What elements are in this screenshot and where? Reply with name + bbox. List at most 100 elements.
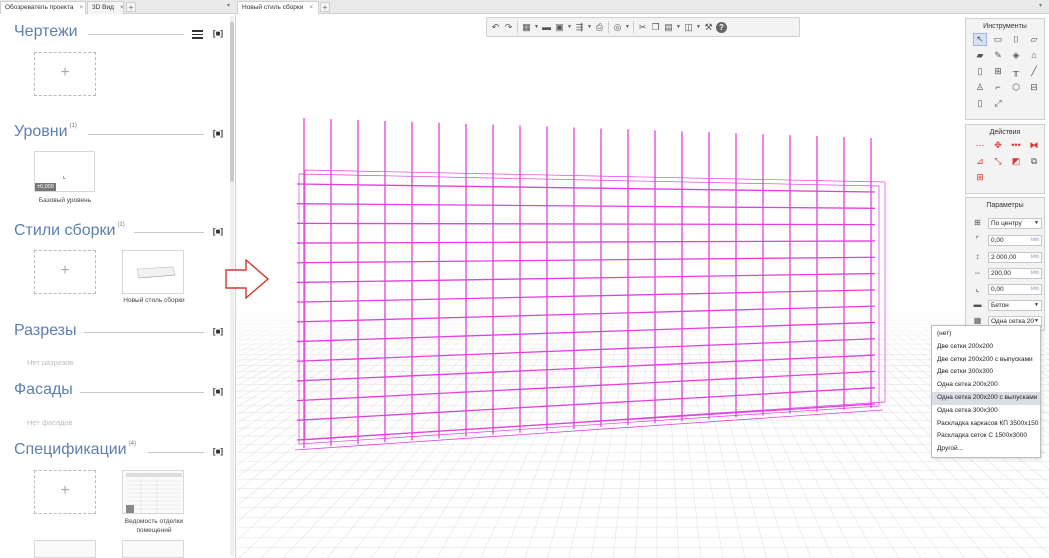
line-icon[interactable]: ╱ xyxy=(1027,65,1041,78)
railing-icon[interactable]: ╥ xyxy=(1009,65,1023,78)
material-select[interactable]: Бетон ▼ xyxy=(988,299,1042,311)
section-title-sections[interactable]: Разрезы xyxy=(14,322,76,340)
dropdown-option[interactable]: Одна сетка 300х300 xyxy=(932,405,1040,418)
specification-thumbnail[interactable] xyxy=(122,470,184,514)
trim-icon[interactable]: ◩ xyxy=(1009,155,1023,168)
section-label: Уровни xyxy=(14,123,68,140)
section-title-levels[interactable]: Уровни (1) xyxy=(14,123,77,141)
section-title-drawings[interactable]: Чертежи xyxy=(14,23,78,41)
assembly-style-thumbnail[interactable] xyxy=(122,250,184,294)
stretch-icon[interactable]: ⊿ xyxy=(973,155,987,168)
section-label: Чертежи xyxy=(14,23,78,40)
close-icon[interactable]: × xyxy=(309,4,313,11)
open-folder-icon[interactable]: ▬ xyxy=(541,21,552,33)
mirror-icon[interactable]: ⧓ xyxy=(1027,139,1041,152)
base-offset-field[interactable]: 0,00 мм xyxy=(988,283,1042,295)
tab-new-assembly-style[interactable]: Новый стиль сборки × xyxy=(237,1,319,14)
alignment-select[interactable]: По центру ▼ xyxy=(988,217,1042,229)
explode-icon[interactable]: ⊞ xyxy=(973,171,987,184)
chevron-down-icon[interactable]: ▾ xyxy=(227,2,230,9)
wall-icon[interactable]: ▰ xyxy=(973,49,987,62)
add-tab-button[interactable]: + xyxy=(320,2,330,12)
section-menu-button[interactable]: [■] xyxy=(212,387,224,397)
column-icon[interactable]: ⊟ xyxy=(1027,81,1041,94)
offset-icon[interactable]: ⧉ xyxy=(1027,155,1041,168)
render-icon[interactable]: ◎ xyxy=(612,21,623,33)
person-icon[interactable]: ♙ xyxy=(973,81,987,94)
select-icon[interactable]: ↖ xyxy=(973,33,987,46)
print-icon[interactable]: ⎙ xyxy=(594,21,605,33)
specification-thumbnail[interactable] xyxy=(34,540,96,558)
export-icon[interactable]: ⇶ xyxy=(574,21,585,33)
add-tab-button[interactable]: + xyxy=(126,2,136,12)
section-menu-button[interactable]: [■] xyxy=(212,129,224,139)
help-icon[interactable]: ? xyxy=(716,21,727,33)
rectangle-icon[interactable]: ▭ xyxy=(991,33,1005,46)
dropdown-option[interactable]: Другой... xyxy=(932,443,1040,456)
section-menu-button[interactable]: [■] xyxy=(212,327,224,337)
section-title-specifications[interactable]: Спецификации (4) xyxy=(14,441,136,459)
shield-icon[interactable]: ⬡ xyxy=(1009,81,1023,94)
thickness-field[interactable]: 200,00 мм xyxy=(988,267,1042,279)
chevron-down-icon[interactable]: ▼ xyxy=(676,21,681,33)
wrench-icon[interactable]: ⚒ xyxy=(703,21,714,33)
chevron-down-icon[interactable]: ▼ xyxy=(587,21,592,33)
3d-viewport[interactable] xyxy=(237,14,1049,558)
view-cube-icon[interactable]: ◫ xyxy=(683,21,694,33)
scrollbar-thumb[interactable] xyxy=(230,22,234,182)
chevron-down-icon[interactable]: ▼ xyxy=(696,21,701,33)
roof-icon[interactable]: ⌂ xyxy=(1027,49,1041,62)
paste-icon[interactable]: ▤ xyxy=(663,21,674,33)
door-icon[interactable]: ▯ xyxy=(973,65,987,78)
dropdown-option[interactable]: Две сетки 300х300 xyxy=(932,366,1040,379)
dropdown-option[interactable]: Раскладка сеток С 1500х3000 xyxy=(932,430,1040,443)
cut-icon[interactable]: ✂ xyxy=(637,21,648,33)
window-icon[interactable]: ⊞ xyxy=(991,65,1005,78)
dropdown-option[interactable]: Две сетки 200х200 с выпусками xyxy=(932,354,1040,367)
beam-icon[interactable]: ◈ xyxy=(1009,49,1023,62)
grid-line xyxy=(296,183,876,193)
section-menu-button[interactable]: [■] xyxy=(212,447,224,457)
bracket-icon[interactable]: ⌷ xyxy=(1009,33,1023,46)
column-tag-icon[interactable]: ▯ xyxy=(973,97,987,110)
close-icon[interactable]: × xyxy=(79,4,83,11)
pencil-icon[interactable]: ✎ xyxy=(991,49,1005,62)
undo-icon[interactable]: ↶ xyxy=(490,21,501,33)
section-menu-button[interactable]: [■] xyxy=(212,29,224,39)
section-title-assembly-styles[interactable]: Стили сборки (1) xyxy=(14,222,125,240)
dimension-icon[interactable]: ⤢ xyxy=(991,97,1005,110)
copy-icon[interactable]: ❐ xyxy=(650,21,661,33)
height-field[interactable]: 2 000,00 мм xyxy=(988,251,1042,263)
chevron-down-icon[interactable]: ▼ xyxy=(534,21,539,33)
add-specification-button[interactable]: + xyxy=(34,470,96,514)
rotate-icon[interactable]: ✥ xyxy=(991,139,1005,152)
dropdown-option[interactable]: Одна сетка 200х200 xyxy=(932,379,1040,392)
scale-icon[interactable]: ⤡ xyxy=(991,155,1005,168)
specification-thumbnail[interactable] xyxy=(122,540,184,558)
slab-icon[interactable]: ▱ xyxy=(1027,33,1041,46)
alignment-value: По центру xyxy=(991,219,1022,227)
close-icon[interactable]: × xyxy=(120,4,124,11)
pipe-icon[interactable]: ⌐ xyxy=(991,81,1005,94)
chevron-down-icon[interactable]: ▾ xyxy=(1039,2,1042,9)
chevron-down-icon[interactable]: ▼ xyxy=(567,21,572,33)
tab-project-browser[interactable]: Обозреватель проекта × xyxy=(0,1,86,14)
dropdown-option[interactable]: Две сетки 200х200 xyxy=(932,341,1040,354)
tab-3d-view[interactable]: 3D Вид × xyxy=(87,1,124,14)
add-assembly-style-button[interactable]: + xyxy=(34,250,96,294)
dropdown-option[interactable]: Раскладка каркасов КП 3500х150 xyxy=(932,418,1040,431)
array-icon[interactable]: ••• xyxy=(1009,139,1023,152)
dropdown-option[interactable]: (нет) xyxy=(932,328,1040,341)
new-icon[interactable]: ▦ xyxy=(521,21,532,33)
dropdown-option-highlighted[interactable]: Одна сетка 200х200 с выпусками xyxy=(932,391,1040,405)
move-icon[interactable]: ⋯ xyxy=(973,139,987,152)
level-thumbnail[interactable]: ±0,000 xyxy=(34,151,95,192)
section-title-facades[interactable]: Фасады xyxy=(14,381,73,399)
offset-field[interactable]: 0,00 мм xyxy=(988,234,1042,246)
section-menu-button[interactable]: [■] xyxy=(212,227,224,237)
save-icon[interactable]: ▣ xyxy=(554,21,565,33)
chevron-down-icon[interactable]: ▼ xyxy=(625,21,630,33)
filter-icon[interactable] xyxy=(192,30,203,39)
redo-icon[interactable]: ↷ xyxy=(503,21,514,33)
add-drawing-button[interactable]: + xyxy=(34,52,96,96)
